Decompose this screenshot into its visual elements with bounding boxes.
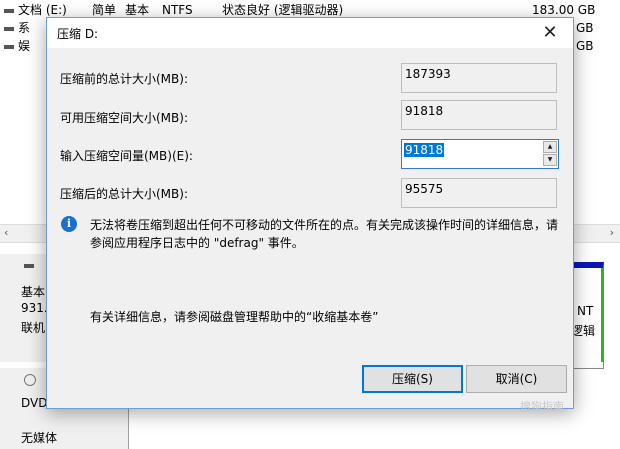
disk-status: 联机 [21, 321, 46, 335]
volume-capacity: GB [576, 39, 594, 53]
volume-name: 娱 [18, 39, 31, 53]
shrink-amount-stepper[interactable]: 91818 ▲ ▼ [401, 139, 559, 169]
volume-row-e[interactable]: 文档 (E:) 简单 基本 NTFS 状态良好 (逻辑驱动器) 183.00 G… [0, 2, 620, 18]
partition-border [601, 268, 604, 362]
available-shrink-label: 可用压缩空间大小(MB): [60, 111, 188, 125]
volume-layout: 简单 [92, 3, 117, 17]
disk-size: 931. [21, 301, 48, 315]
watermark-logo: 搜狗指南 [520, 400, 564, 413]
volume-type: 基本 [125, 3, 150, 17]
total-size-before-label: 压缩前的总计大小(MB): [60, 72, 188, 86]
info-icon: i [61, 216, 77, 232]
dvd-name: DVD [21, 396, 48, 410]
shrink-amount-input[interactable]: 91818 [404, 143, 542, 163]
volume-icon [4, 8, 14, 13]
scroll-left-icon[interactable]: ‹ [4, 226, 8, 239]
dvd-icon [24, 374, 36, 386]
volume-capacity: 183.00 GB [532, 3, 596, 17]
stepper-down-icon[interactable]: ▼ [543, 154, 557, 166]
volume-name: 文档 (E:) [18, 3, 67, 17]
shrink-amount-label: 输入压缩空间量(MB)(E): [60, 149, 193, 163]
help-message: 有关详细信息，请参阅磁盘管理帮助中的“收缩基本卷” [90, 310, 379, 324]
partition-fs: NT [577, 304, 594, 318]
disk-type: 基本 [21, 285, 46, 299]
stepper-up-icon[interactable]: ▲ [543, 141, 557, 153]
disk-icon [24, 264, 34, 268]
cancel-button[interactable]: 取消(C) [466, 365, 567, 393]
volume-icon [4, 26, 14, 31]
dvd-media-status: 无媒体 [21, 431, 58, 445]
shrink-dialog: 压缩 D: ✕ 压缩前的总计大小(MB): 187393 可用压缩空间大小(MB… [46, 17, 574, 409]
close-icon[interactable]: ✕ [527, 18, 573, 48]
shrink-button[interactable]: 压缩(S) [362, 365, 463, 393]
volume-capacity: GB [576, 21, 594, 35]
total-size-before-field: 187393 [401, 63, 557, 93]
volume-status: 状态良好 (逻辑驱动器) [222, 3, 344, 17]
stepper-buttons: ▲ ▼ [543, 141, 557, 167]
dialog-titlebar[interactable]: 压缩 D: ✕ [47, 18, 573, 48]
volume-fs: NTFS [162, 3, 193, 17]
available-shrink-field: 91818 [401, 100, 557, 130]
dialog-title: 压缩 D: [57, 27, 99, 41]
total-size-after-label: 压缩后的总计大小(MB): [60, 187, 188, 201]
total-size-after-field: 95575 [401, 178, 557, 208]
volume-icon [4, 44, 14, 49]
shrink-amount-value: 91818 [404, 143, 445, 157]
scroll-right-icon[interactable]: › [610, 226, 614, 239]
volume-name: 系 [18, 21, 31, 35]
info-message: 无法将卷压缩到超出任何不可移动的文件所在的点。有关完成该操作时间的详细信息，请参… [90, 218, 559, 250]
partition-type: 逻辑 [571, 324, 596, 338]
